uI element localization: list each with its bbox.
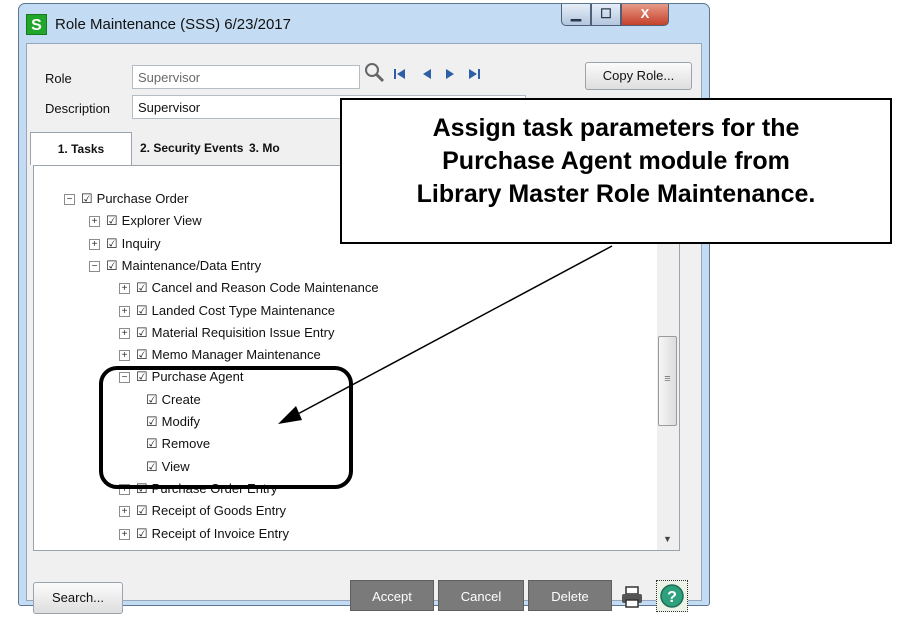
checkbox-icon[interactable]: ☑ [106, 233, 118, 255]
role-label: Role [45, 71, 72, 86]
expand-icon[interactable]: + [119, 528, 130, 540]
checkbox-icon[interactable]: ☑ [136, 500, 148, 522]
tree-item-label: Purchase Order [96, 191, 189, 206]
tree-item[interactable]: − ☑ Maintenance/Data Entry [89, 255, 261, 277]
expand-icon[interactable]: + [119, 305, 130, 317]
tree-item[interactable]: + ☑ Explorer View [89, 210, 202, 232]
tree-item[interactable]: + ☑ Receipt of Goods Entry [119, 500, 286, 522]
previous-record-icon[interactable] [420, 67, 434, 84]
collapse-icon[interactable]: − [64, 194, 75, 206]
expand-icon[interactable]: + [119, 327, 130, 339]
accept-button[interactable]: Accept [350, 580, 434, 611]
tree-item-label: Landed Cost Type Maintenance [151, 302, 335, 318]
close-button[interactable]: X [621, 4, 669, 26]
tree-item-label: Memo Manager Maintenance [151, 347, 321, 363]
delete-button[interactable]: Delete [528, 580, 612, 611]
tree-item-label: Inquiry [121, 235, 161, 251]
print-icon[interactable] [620, 586, 644, 613]
tree-item-label: Cancel and Reason Code Maintenance [151, 280, 379, 296]
checkbox-icon[interactable]: ☑ [106, 210, 118, 232]
checkbox-icon[interactable]: ☑ [136, 322, 148, 344]
expand-icon[interactable]: + [89, 238, 100, 250]
cancel-button[interactable]: Cancel [438, 580, 524, 611]
search-icon[interactable] [364, 62, 386, 87]
callout-line-1: Assign task parameters for the [432, 114, 800, 142]
checkbox-icon[interactable]: ☑ [136, 277, 148, 299]
checkbox-icon[interactable]: ☑ [136, 523, 148, 545]
tree-item-label: Receipt of Goods Entry [151, 503, 287, 519]
maximize-icon: ☐ [600, 6, 612, 21]
tree-item[interactable]: − ☑ Purchase Order [64, 188, 188, 210]
description-label: Description [45, 101, 111, 116]
next-record-icon[interactable] [443, 67, 457, 84]
first-record-icon[interactable] [393, 67, 407, 84]
minimize-icon: ▁ [571, 6, 581, 21]
tree-item-label: Receipt of Invoice Entry [151, 525, 289, 541]
search-button[interactable]: Search... [33, 582, 123, 614]
svg-text:?: ? [667, 589, 677, 606]
checkbox-icon[interactable]: ☑ [136, 300, 148, 322]
callout-line-3: Library Master Role Maintenance. [416, 180, 816, 208]
callout-line-2: Purchase Agent module from [442, 147, 790, 175]
maximize-button[interactable]: ☐ [591, 4, 621, 26]
tree-item[interactable]: + ☑ Inquiry [89, 233, 161, 255]
minimize-button[interactable]: ▁ [561, 4, 591, 26]
collapse-icon[interactable]: − [89, 260, 100, 272]
tree-item-label: Material Requisition Issue Entry [151, 324, 335, 340]
scroll-down-icon[interactable]: ▼ [663, 534, 672, 544]
tree-item[interactable]: + ☑ Cancel and Reason Code Maintenance [119, 277, 379, 299]
app-icon: S [26, 14, 47, 35]
copy-role-button[interactable]: Copy Role... [585, 62, 692, 90]
tree-item[interactable]: + ☑ Memo Manager Maintenance [119, 344, 321, 366]
window-title: Role Maintenance (SSS) 6/23/2017 [55, 16, 291, 33]
tree-item[interactable]: + ☑ Material Requisition Issue Entry [119, 322, 334, 344]
checkbox-icon[interactable]: ☑ [81, 188, 93, 210]
tab-security-events[interactable]: 2. Security Events [140, 141, 243, 155]
checkbox-icon[interactable]: ☑ [106, 255, 118, 277]
role-field[interactable]: Supervisor [132, 65, 360, 89]
tree-item[interactable]: + ☑ Landed Cost Type Maintenance [119, 300, 335, 322]
tab-tasks[interactable]: 1. Tasks [30, 132, 132, 165]
close-icon: X [640, 6, 650, 21]
tab-modules[interactable]: 3. Mo [249, 141, 280, 155]
callout-box: Assign task parameters for the Purchase … [340, 98, 892, 244]
expand-icon[interactable]: + [89, 216, 100, 228]
expand-icon[interactable]: + [119, 350, 130, 362]
expand-icon[interactable]: + [119, 283, 130, 295]
scrollbar-thumb[interactable]: ≡ [658, 336, 677, 426]
help-icon[interactable]: ? [656, 580, 688, 612]
tree-item[interactable]: + ☑ Receipt of Invoice Entry [119, 523, 289, 545]
checkbox-icon[interactable]: ☑ [136, 344, 148, 366]
title-bar[interactable]: S Role Maintenance (SSS) 6/23/2017 ▁ ☐ X [19, 4, 709, 44]
grip-icon: ≡ [664, 373, 671, 385]
purchase-agent-highlight [99, 366, 353, 489]
last-record-icon[interactable] [467, 67, 481, 84]
expand-icon[interactable]: + [119, 506, 130, 518]
tree-item-label: Explorer View [121, 213, 202, 229]
tree-item-label: Maintenance/Data Entry [121, 257, 262, 273]
